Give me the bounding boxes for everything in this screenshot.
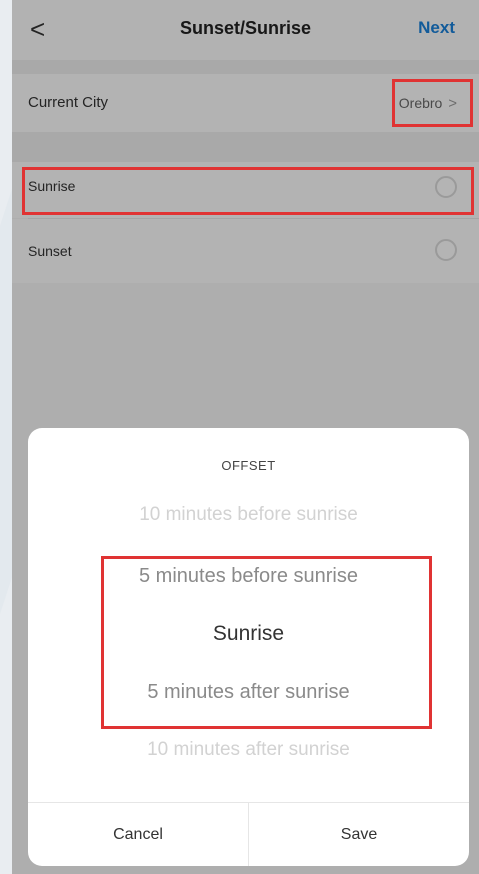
highlight-city-box (392, 79, 473, 127)
cancel-button[interactable]: Cancel (28, 803, 248, 866)
picker-option[interactable]: 10 minutes after sunrise (28, 739, 469, 761)
phone-screen: < Sunset/Sunrise Next Current City Orebr… (12, 0, 479, 874)
picker-option[interactable]: 10 minutes before sunrise (28, 504, 469, 526)
picker-actions: Cancel Save (28, 802, 469, 866)
picker-title: OFFSET (221, 458, 276, 473)
save-button[interactable]: Save (249, 803, 469, 866)
highlight-sunrise-box (22, 167, 474, 215)
highlight-picker-box (101, 556, 432, 729)
